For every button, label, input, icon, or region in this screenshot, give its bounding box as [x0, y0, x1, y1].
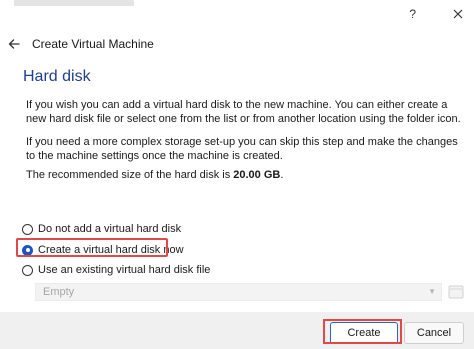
radio-label: Use an existing virtual hard disk file: [38, 264, 211, 276]
radio-button[interactable]: [22, 223, 33, 235]
wizard-header: Create Virtual Machine: [0, 30, 474, 58]
radio-label: Do not add a virtual hard disk: [38, 223, 182, 235]
recommended-size-value: 20.00 GB: [233, 169, 281, 181]
cancel-button[interactable]: Cancel: [404, 322, 464, 344]
recommended-size-suffix: .: [280, 169, 284, 181]
radio-button-selected[interactable]: [22, 244, 33, 256]
button-bar: Create Cancel: [0, 312, 474, 349]
page-title: Hard disk: [23, 68, 91, 85]
storage-note-paragraph: If you need a more complex storage set-u…: [26, 136, 458, 162]
wizard-title: Create Virtual Machine: [32, 37, 154, 51]
close-icon[interactable]: [452, 8, 464, 20]
folder-icon[interactable]: [448, 283, 464, 301]
existing-disk-value: Empty: [43, 286, 75, 298]
recommended-size-text: The recommended size of the hard disk is…: [26, 168, 462, 182]
radio-label: Create a virtual hard disk now: [38, 244, 184, 256]
arrow-left-icon[interactable]: [7, 37, 21, 51]
existing-disk-select[interactable]: Empty ▼: [35, 283, 442, 301]
create-vm-dialog: ? Create Virtual Machine Hard disk If yo…: [0, 0, 474, 349]
help-button[interactable]: ?: [409, 8, 416, 20]
title-bar-faded-text: [14, 0, 134, 6]
recommended-size-prefix: The recommended size of the hard disk is: [26, 169, 234, 181]
radio-button[interactable]: [22, 264, 33, 276]
radio-no-disk[interactable]: Do not add a virtual hard disk: [22, 221, 181, 237]
description-paragraph: If you wish you can add a virtual hard d…: [26, 99, 461, 125]
radio-create-disk[interactable]: Create a virtual hard disk now: [22, 242, 184, 258]
title-bar: ?: [0, 0, 474, 26]
create-button[interactable]: Create: [330, 322, 398, 344]
chevron-down-icon: ▼: [428, 287, 436, 296]
radio-existing-disk[interactable]: Use an existing virtual hard disk file: [22, 262, 210, 278]
